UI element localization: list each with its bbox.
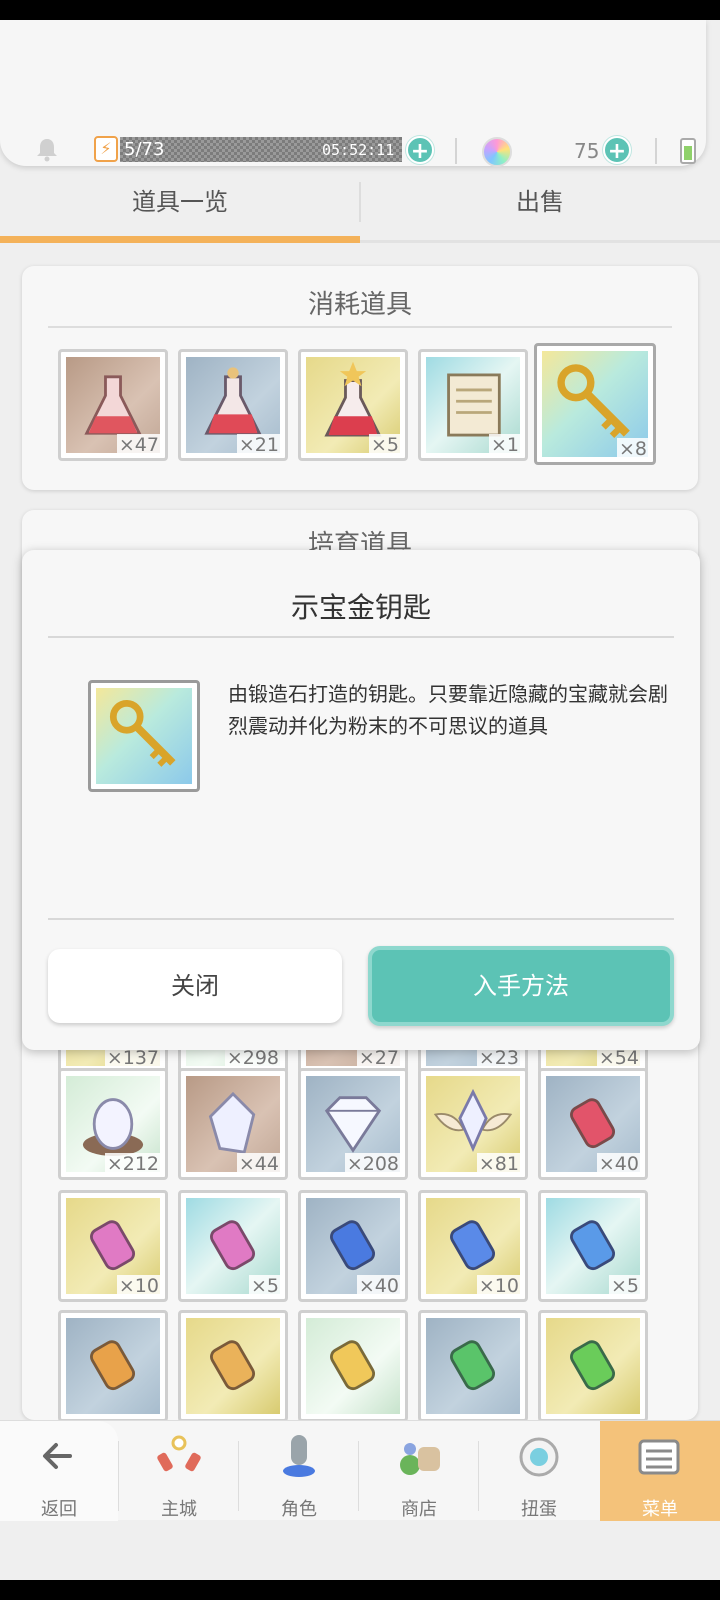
add-gems-button[interactable]: + — [603, 136, 631, 164]
item-count: ×8 — [616, 438, 649, 460]
nav-label: 主城 — [161, 1499, 197, 1520]
section-divider — [48, 326, 672, 328]
item-count: ×10 — [116, 1275, 161, 1297]
consumables-panel: 消耗道具 ×47 ×21 ×5 ×1 ×8 — [22, 266, 698, 490]
menu-icon — [638, 1439, 680, 1475]
item-count: ×47 — [116, 434, 161, 456]
green-tube-icon — [426, 1318, 520, 1414]
nav-shop[interactable]: 商店 — [360, 1421, 478, 1521]
item-slot[interactable]: ×10 — [58, 1190, 168, 1302]
nav-divider — [118, 1441, 119, 1511]
dialog-item-image — [88, 680, 200, 792]
back-arrow-icon — [43, 1443, 72, 1469]
item-slot[interactable]: ×47 — [58, 349, 168, 461]
stamina-value: 5/73 — [124, 139, 165, 160]
item-count: ×40 — [596, 1153, 641, 1175]
system-status-bar — [0, 0, 720, 20]
nav-divider — [478, 1441, 479, 1511]
section-title: 消耗道具 — [307, 290, 412, 320]
gem-count: 75 — [574, 139, 600, 163]
item-count: ×44 — [236, 1153, 281, 1175]
nav-back[interactable]: 返回 — [0, 1421, 118, 1521]
item-slot[interactable]: ×44 — [178, 1068, 288, 1180]
nav-castle[interactable]: 主城 — [120, 1421, 238, 1521]
divider — [455, 138, 457, 164]
green-tube-icon — [546, 1318, 640, 1414]
nav-label: 扭蛋 — [521, 1499, 557, 1520]
battery-icon — [680, 138, 696, 164]
golden-key-icon — [96, 688, 192, 784]
tab-baseline — [360, 240, 720, 243]
item-slot[interactable] — [58, 1310, 168, 1422]
active-tab-indicator — [0, 236, 360, 243]
item-detail-dialog: 示宝金钥匙 由锻造石打造的钥匙。只要靠近隐藏的宝藏就会剧烈震动并化为粉末的不可思… — [22, 550, 700, 1050]
close-button[interactable]: 关闭 — [48, 949, 342, 1023]
item-count: ×137 — [104, 1047, 161, 1069]
nav-character[interactable]: 角色 — [240, 1421, 358, 1521]
dialog-title: 示宝金钥匙 — [290, 591, 431, 624]
resource-header: ⚡ 5/73 05:52:11 + 75 + — [0, 20, 706, 167]
item-slot[interactable] — [298, 1310, 408, 1422]
item-slot[interactable] — [178, 1310, 288, 1422]
item-slot[interactable]: ×5 — [178, 1190, 288, 1302]
item-slot[interactable]: ×208 — [298, 1068, 408, 1180]
gacha-icon — [519, 1437, 559, 1477]
item-count: ×212 — [104, 1153, 161, 1175]
item-count: ×27 — [356, 1047, 401, 1069]
stamina-icon: ⚡ — [94, 136, 118, 162]
item-slot[interactable] — [538, 1310, 648, 1422]
item-count: ×40 — [356, 1275, 401, 1297]
obtain-method-button[interactable]: 入手方法 — [368, 946, 674, 1026]
item-count: ×54 — [596, 1047, 641, 1069]
item-count: ×81 — [476, 1153, 521, 1175]
orange-tube-icon — [186, 1318, 280, 1414]
tab-bar: 道具一览 出售 — [0, 172, 720, 244]
bell-icon[interactable] — [34, 136, 60, 162]
gem-icon — [482, 137, 512, 167]
item-slot[interactable]: ×1 — [418, 349, 528, 461]
item-slot[interactable]: ×40 — [298, 1190, 408, 1302]
item-count: ×5 — [368, 434, 401, 456]
dialog-divider — [48, 636, 674, 638]
item-slot[interactable]: ×5 — [298, 349, 408, 461]
item-count: ×1 — [488, 434, 521, 456]
item-count: ×21 — [236, 434, 281, 456]
nav-divider — [358, 1441, 359, 1511]
nav-divider — [238, 1441, 239, 1511]
item-count: ×5 — [608, 1275, 641, 1297]
item-slot-selected[interactable]: ×8 — [534, 343, 656, 465]
dialog-description: 由锻造石打造的钥匙。只要靠近隐藏的宝藏就会剧烈震动并化为粉末的不可思议的道具 — [228, 682, 668, 738]
item-count: ×10 — [476, 1275, 521, 1297]
item-slot[interactable]: ×5 — [538, 1190, 648, 1302]
system-navigation-bar — [0, 1580, 720, 1600]
yellow-tube-icon — [306, 1318, 400, 1414]
castle-icon — [157, 1435, 201, 1472]
item-slot[interactable]: ×21 — [178, 349, 288, 461]
dialog-divider — [48, 918, 674, 920]
shop-icon — [400, 1443, 440, 1475]
nav-label: 角色 — [281, 1499, 317, 1520]
nav-label: 商店 — [401, 1499, 437, 1520]
tab-sell[interactable]: 出售 — [360, 172, 720, 238]
tab-item-list[interactable]: 道具一览 — [0, 172, 360, 238]
item-count: ×23 — [476, 1047, 521, 1069]
stamina-timer: 05:52:11 — [322, 141, 395, 159]
item-count: ×208 — [344, 1153, 401, 1175]
character-icon — [283, 1435, 315, 1477]
nav-menu[interactable]: 菜单 — [600, 1421, 720, 1521]
bottom-nav: 返回 主城 角色 商店 扭蛋 菜单 — [0, 1420, 720, 1521]
item-slot[interactable] — [418, 1310, 528, 1422]
item-count: ×298 — [224, 1047, 281, 1069]
item-slot[interactable]: ×40 — [538, 1068, 648, 1180]
item-slot[interactable]: ×10 — [418, 1190, 528, 1302]
nav-gacha[interactable]: 扭蛋 — [480, 1421, 598, 1521]
item-count: ×5 — [248, 1275, 281, 1297]
divider — [655, 138, 657, 164]
nav-label: 菜单 — [642, 1499, 678, 1520]
nav-label: 返回 — [41, 1499, 77, 1520]
item-slot[interactable]: ×81 — [418, 1068, 528, 1180]
item-slot[interactable]: ×212 — [58, 1068, 168, 1180]
add-stamina-button[interactable]: + — [406, 136, 434, 164]
orange-tube-icon — [66, 1318, 160, 1414]
